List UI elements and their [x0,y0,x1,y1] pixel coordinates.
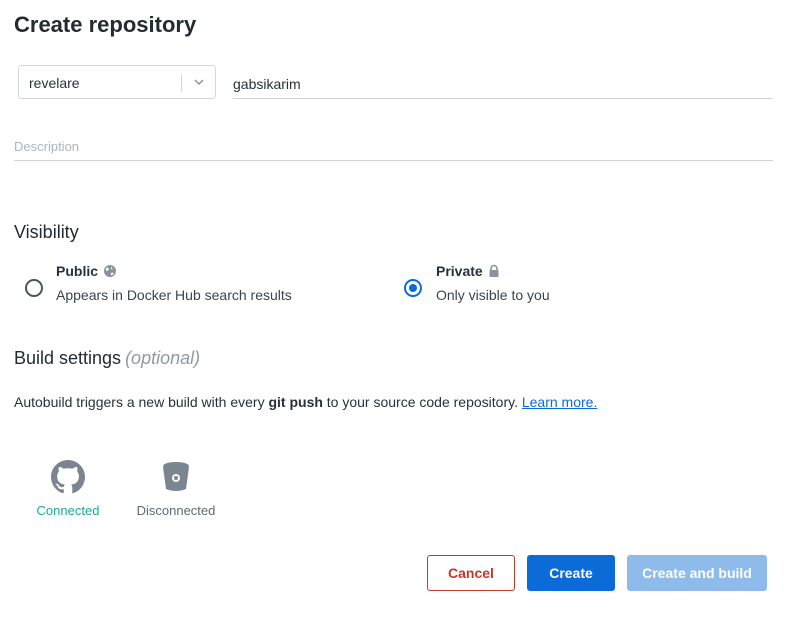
autobuild-description: Autobuild triggers a new build with ever… [14,394,597,410]
create-button[interactable]: Create [527,555,615,591]
github-status: Connected [36,503,100,518]
bitbucket-icon [163,462,189,491]
globe-icon [104,265,116,277]
namespace-select[interactable]: revelare [18,65,216,99]
bitbucket-provider[interactable]: Disconnected [126,460,226,518]
git-push-text: git push [268,394,323,410]
select-divider [181,74,182,92]
learn-more-link[interactable]: Learn more. [522,394,597,410]
namespace-value: revelare [29,75,80,91]
private-description: Only visible to you [436,287,550,303]
public-description: Appears in Docker Hub search results [56,287,292,303]
autobuild-text-before: Autobuild triggers a new build with ever… [14,394,265,410]
autobuild-text-after: to your source code repository. [326,394,518,410]
visibility-title: Visibility [14,222,79,242]
github-provider[interactable]: Connected [18,460,118,518]
chevron-down-icon [194,79,204,86]
public-label: Public [56,263,99,279]
cancel-button[interactable]: Cancel [427,555,515,591]
repo-name-input[interactable] [233,70,773,99]
public-radio[interactable] [25,279,43,297]
create-and-build-button[interactable]: Create and build [627,555,767,591]
optional-label: (optional) [125,348,201,368]
bitbucket-status: Disconnected [136,503,216,518]
build-settings-title: Build settings (optional) [14,348,200,369]
lock-icon [489,264,499,277]
private-label: Private [436,263,483,279]
page-title: Create repository [14,12,197,37]
private-radio[interactable] [404,279,422,297]
description-input[interactable] [14,133,773,161]
github-icon [51,460,85,494]
build-settings-label: Build settings [14,348,122,368]
